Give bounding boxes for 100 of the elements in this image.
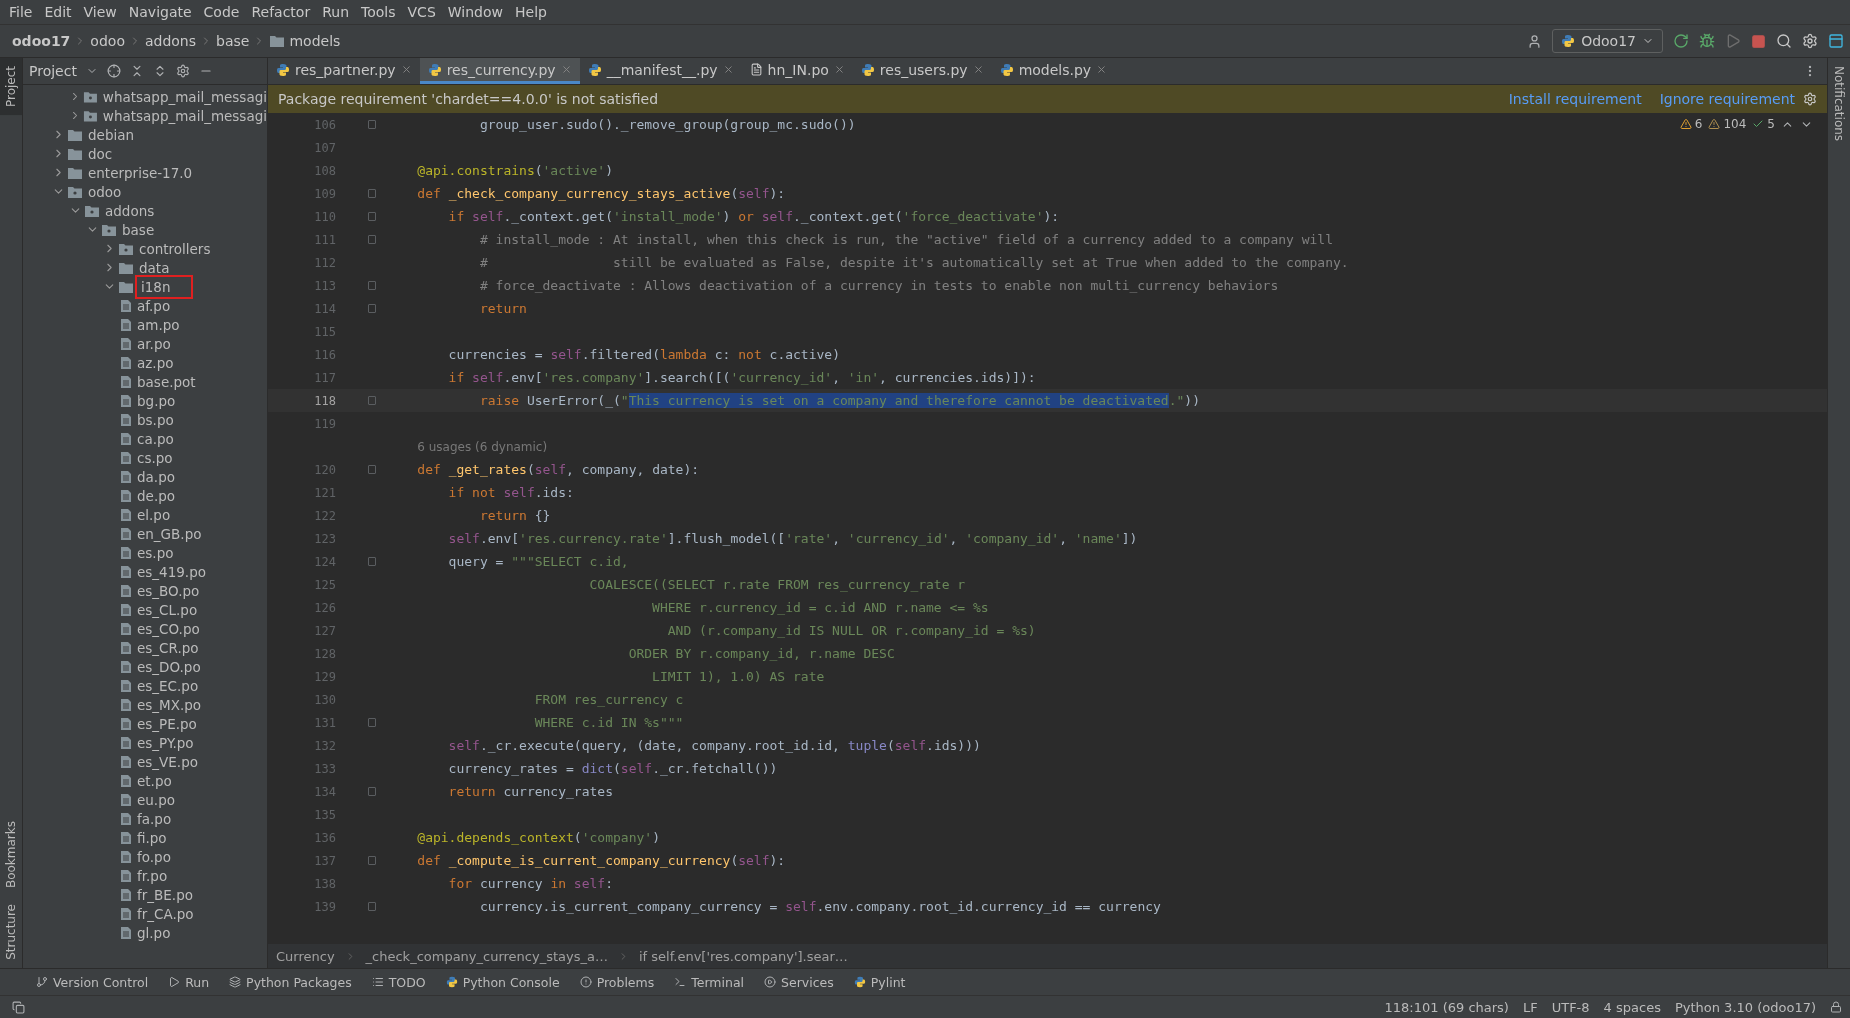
fold-marker-icon[interactable] — [368, 189, 376, 198]
panel-toggle-icon[interactable] — [12, 1000, 25, 1014]
fold-marker-icon[interactable] — [368, 120, 376, 129]
banner-link[interactable]: Install requirement — [1508, 91, 1642, 107]
breadcrumb-item[interactable]: odoo — [90, 33, 125, 49]
tree-item[interactable]: fi.po — [23, 828, 267, 847]
tree-item[interactable]: controllers — [23, 239, 267, 258]
close-icon[interactable] — [722, 64, 734, 75]
tree-item[interactable]: i18n — [23, 277, 267, 296]
tree-item[interactable]: eu.po — [23, 790, 267, 809]
breadcrumb-item[interactable]: addons — [144, 33, 197, 49]
fold-marker-icon[interactable] — [368, 212, 376, 221]
tree-item[interactable]: es.po — [23, 543, 267, 562]
tree-item[interactable]: da.po — [23, 467, 267, 486]
usage-hint[interactable]: 6 usages (6 dynamic) — [417, 439, 548, 454]
tree-item[interactable]: es_CO.po — [23, 619, 267, 638]
search-icon[interactable] — [1776, 33, 1792, 49]
breadcrumb-item[interactable]: base — [216, 33, 250, 49]
breadcrumb-item[interactable]: odoo17 — [12, 33, 71, 49]
run-configuration-dropdown[interactable]: Odoo17 — [1552, 29, 1663, 53]
tree-item[interactable]: fr_BE.po — [23, 885, 267, 904]
tree-item[interactable]: doc — [23, 144, 267, 163]
tool-window-button[interactable]: TODO — [369, 974, 428, 990]
tree-item[interactable]: es_PE.po — [23, 714, 267, 733]
tree-item[interactable]: es_419.po — [23, 562, 267, 581]
fold-marker-icon[interactable] — [368, 235, 376, 244]
tree-item[interactable]: fa.po — [23, 809, 267, 828]
settings-icon[interactable] — [1803, 92, 1817, 106]
tree-item[interactable]: cs.po — [23, 448, 267, 467]
fold-marker-icon[interactable] — [368, 856, 376, 865]
fold-marker-icon[interactable] — [368, 718, 376, 727]
menu-item[interactable]: Help — [510, 4, 552, 20]
tree-item[interactable]: es_EC.po — [23, 676, 267, 695]
tree-item[interactable]: ca.po — [23, 429, 267, 448]
tool-window-tab[interactable]: Project — [0, 58, 22, 116]
close-icon[interactable] — [833, 64, 845, 75]
editor-tab[interactable]: models.py — [991, 58, 1116, 84]
settings-icon[interactable] — [1802, 33, 1818, 49]
tree-item[interactable]: en_GB.po — [23, 524, 267, 543]
rerun-icon[interactable] — [1673, 33, 1689, 49]
tool-window-button[interactable]: Python Packages — [227, 974, 354, 990]
fold-marker-icon[interactable] — [368, 557, 376, 566]
breadcrumb-item[interactable]: _check_company_currency_stays_a… — [365, 948, 608, 964]
menu-item[interactable]: File — [4, 4, 38, 20]
menu-item[interactable]: Run — [317, 4, 355, 20]
tree-item[interactable]: es_DO.po — [23, 657, 267, 676]
weak-warning-count[interactable]: 104 — [1708, 117, 1747, 131]
tree-item[interactable]: whatsapp_mail_messagi — [23, 87, 267, 106]
tree-item[interactable]: es_CR.po — [23, 638, 267, 657]
close-icon[interactable] — [560, 64, 572, 75]
tree-item[interactable]: odoo — [23, 182, 267, 201]
close-icon[interactable] — [972, 64, 984, 75]
tool-window-tab[interactable]: Bookmarks — [0, 813, 22, 897]
settings-icon[interactable] — [175, 64, 190, 78]
warning-count[interactable]: 6 — [1679, 117, 1703, 131]
bug-icon[interactable] — [1699, 33, 1715, 49]
tree-item[interactable]: bs.po — [23, 410, 267, 429]
tool-window-button[interactable]: Version Control — [34, 974, 151, 990]
tree-item[interactable]: es_VE.po — [23, 752, 267, 771]
tree-item[interactable]: enterprise-17.0 — [23, 163, 267, 182]
editor-tab[interactable]: res_partner.py — [268, 58, 420, 84]
menu-item[interactable]: Code — [198, 4, 245, 20]
tree-item[interactable]: az.po — [23, 353, 267, 372]
menu-item[interactable]: Window — [442, 4, 508, 20]
fold-marker-icon[interactable] — [368, 902, 376, 911]
tree-item[interactable]: debian — [23, 125, 267, 144]
tree-item[interactable]: fr.po — [23, 866, 267, 885]
status-item[interactable]: 118:101 (69 chars) — [1384, 999, 1509, 1015]
tree-item[interactable]: fr_CA.po — [23, 904, 267, 923]
tool-window-button[interactable]: Terminal — [672, 974, 747, 990]
editor-tab[interactable]: hn_IN.po — [741, 58, 853, 84]
window-icon[interactable] — [1828, 33, 1844, 49]
tool-window-button[interactable]: Run — [166, 974, 212, 990]
breadcrumb-item[interactable]: if self.env['res.company'].sear… — [638, 948, 848, 964]
breadcrumb-item[interactable]: models — [289, 33, 341, 49]
tree-item[interactable]: base — [23, 220, 267, 239]
status-item[interactable]: Python 3.10 (odoo17) — [1674, 999, 1816, 1015]
tree-item[interactable]: ar.po — [23, 334, 267, 353]
status-item[interactable]: 4 spaces — [1603, 999, 1661, 1015]
fold-marker-icon[interactable] — [368, 281, 376, 290]
tree-item[interactable]: es_MX.po — [23, 695, 267, 714]
menu-item[interactable]: Refactor — [246, 4, 316, 20]
crosshair-icon[interactable] — [106, 64, 121, 78]
status-item[interactable]: LF — [1522, 999, 1538, 1015]
tool-window-button[interactable]: Problems — [577, 974, 657, 990]
tool-window-tab[interactable]: Structure — [0, 896, 22, 968]
status-item[interactable]: UTF-8 — [1551, 999, 1590, 1015]
close-icon[interactable] — [400, 64, 412, 75]
menu-item[interactable]: VCS — [402, 4, 441, 20]
breadcrumb-item[interactable]: Currency — [276, 948, 335, 964]
user-icon[interactable] — [1527, 33, 1543, 49]
banner-link[interactable]: Ignore requirement — [1659, 91, 1795, 107]
tree-item[interactable]: es_BO.po — [23, 581, 267, 600]
tree-item[interactable]: es_PY.po — [23, 733, 267, 752]
editor-tab[interactable]: res_currency.py — [419, 58, 580, 84]
fold-marker-icon[interactable] — [368, 465, 376, 474]
typo-count[interactable]: 5 — [1752, 117, 1775, 131]
tree-item[interactable]: bg.po — [23, 391, 267, 410]
tool-window-button[interactable]: Services — [762, 974, 836, 990]
editor-tab[interactable]: __manifest__.py — [579, 58, 742, 84]
